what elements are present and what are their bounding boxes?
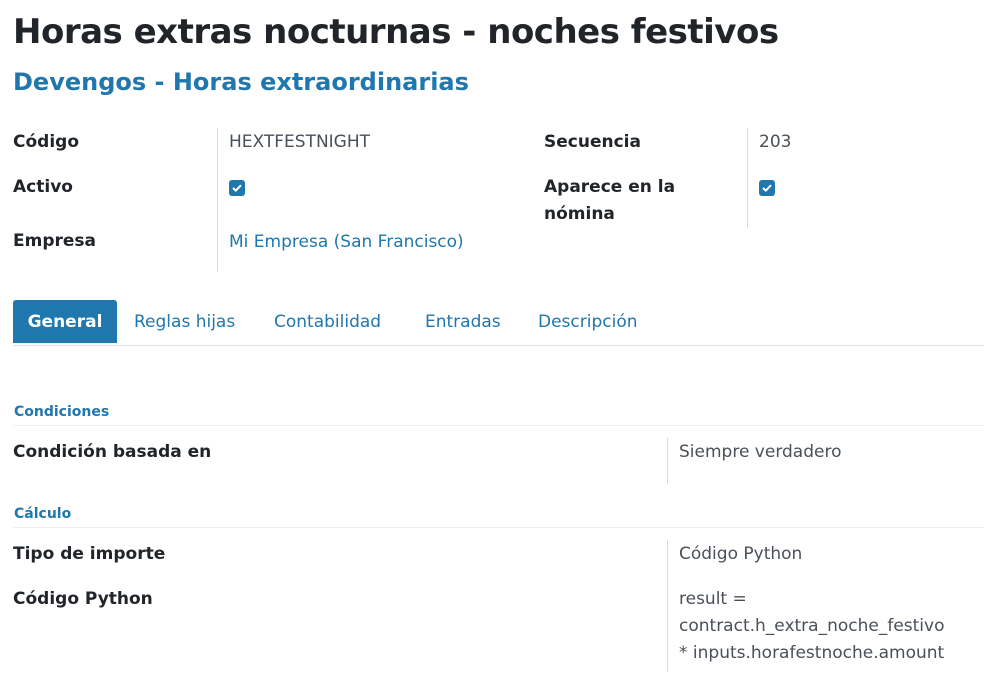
code-separator xyxy=(217,128,218,272)
company-link[interactable]: Mi Empresa (San Francisco) xyxy=(229,229,464,256)
active-checkbox[interactable] xyxy=(229,180,245,196)
active-label: Activo xyxy=(13,177,73,197)
check-icon xyxy=(762,184,772,192)
amount-type-label: Tipo de importe xyxy=(13,544,166,564)
python-code-field[interactable]: result = contract.h_extra_noche_festivo … xyxy=(679,586,944,667)
tab-general[interactable]: General xyxy=(13,300,117,343)
python-code-line: * inputs.horafestnoche.amount xyxy=(679,643,945,663)
python-code-label: Código Python xyxy=(13,589,153,609)
sequence-field[interactable]: 203 xyxy=(759,129,791,156)
check-icon xyxy=(232,184,242,192)
condition-based-on-field[interactable]: Siempre verdadero xyxy=(679,439,842,466)
conditions-section-title: Condiciones xyxy=(14,404,110,420)
conditions-divider xyxy=(13,425,984,426)
notebook-tabs: General Reglas hijas Contabilidad Entrad… xyxy=(13,300,984,346)
calculation-separator xyxy=(667,540,668,672)
appears-checkbox[interactable] xyxy=(759,180,775,196)
tab-inputs[interactable]: Entradas xyxy=(425,300,501,343)
calculation-divider xyxy=(13,527,984,528)
tab-accounting[interactable]: Contabilidad xyxy=(274,300,381,343)
appears-label-line1: Aparece en la xyxy=(544,177,676,197)
record-category: Devengos - Horas extraordinarias xyxy=(13,68,469,96)
amount-type-field[interactable]: Código Python xyxy=(679,541,802,568)
code-label: Código xyxy=(13,132,79,152)
calculation-section-title: Cálculo xyxy=(14,506,72,522)
tab-description[interactable]: Descripción xyxy=(538,300,638,343)
record-title: Horas extras nocturnas - noches festivos xyxy=(13,12,779,52)
code-field[interactable]: HEXTFESTNIGHT xyxy=(229,129,370,156)
appears-label-line2: nómina xyxy=(544,204,615,224)
condition-based-on-label: Condición basada en xyxy=(13,442,212,462)
sequence-separator xyxy=(747,128,748,228)
sequence-label: Secuencia xyxy=(544,132,641,152)
python-code-line: result = xyxy=(679,589,747,609)
appears-label: Aparece en la nómina xyxy=(544,174,675,228)
python-code-line: contract.h_extra_noche_festivo xyxy=(679,616,945,636)
tab-child-rules[interactable]: Reglas hijas xyxy=(134,300,235,343)
condition-separator xyxy=(667,438,668,484)
company-label: Empresa xyxy=(13,231,96,251)
